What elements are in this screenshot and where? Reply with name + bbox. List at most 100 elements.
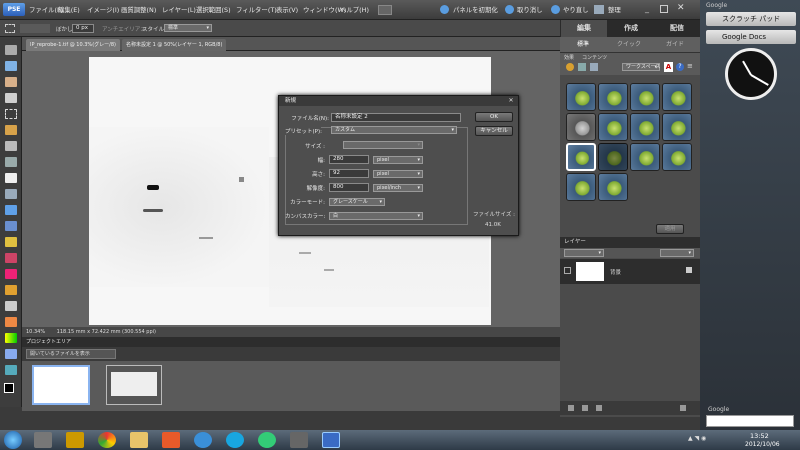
effect-thumb[interactable] xyxy=(566,173,596,201)
project-thumb-reprobe[interactable] xyxy=(32,365,90,405)
recompose-tool-icon[interactable] xyxy=(5,205,17,215)
effect-thumb[interactable] xyxy=(662,83,692,111)
paint-bucket-tool-icon[interactable] xyxy=(5,317,17,327)
gradient-tool-icon[interactable] xyxy=(5,333,17,343)
shape-tool-icon[interactable] xyxy=(5,349,17,359)
layer-styles-icon[interactable] xyxy=(578,63,586,71)
effect-thumb[interactable] xyxy=(566,113,596,141)
foreground-color-swatch[interactable] xyxy=(4,383,14,393)
tab-effects[interactable]: 効果 xyxy=(564,54,574,61)
minimize-icon[interactable]: _ xyxy=(645,4,649,13)
menu-select[interactable]: 選択範囲(S) xyxy=(196,0,231,20)
resolution-input[interactable]: 800 xyxy=(329,183,369,192)
magic-wand-tool-icon[interactable] xyxy=(5,141,17,151)
chrome-icon[interactable] xyxy=(98,432,116,448)
menu-enhance[interactable]: 画質調整(N) xyxy=(121,0,156,20)
doc-tab-untitled-1[interactable]: 名称未設定 1 @ 50%(レイヤー 1, RGB/8) xyxy=(122,39,227,51)
network-app-icon[interactable] xyxy=(258,432,276,448)
dialog-title-bar[interactable]: 新規 ✕ xyxy=(279,96,518,106)
healing-tool-icon[interactable] xyxy=(5,237,17,247)
panel-menu-icon[interactable]: ≡ xyxy=(687,62,693,70)
photo-effects-icon[interactable] xyxy=(590,63,598,71)
project-thumb-untitled[interactable] xyxy=(106,365,162,405)
menu-layer[interactable]: レイヤー(L) xyxy=(162,0,196,20)
effect-thumb[interactable] xyxy=(598,83,628,111)
zoom-level[interactable]: 10.34% xyxy=(26,329,45,335)
close-icon[interactable]: ✕ xyxy=(677,3,685,13)
move-tool-icon[interactable] xyxy=(5,45,17,55)
tab-guided[interactable]: ガイド xyxy=(652,37,698,53)
photoshop-elements-icon[interactable] xyxy=(322,432,340,448)
help-icon[interactable]: ? xyxy=(676,63,684,71)
redo-button[interactable]: やり直し xyxy=(563,0,589,20)
filters-icon[interactable] xyxy=(566,63,574,71)
background-select[interactable]: 白 xyxy=(329,212,423,220)
effect-thumb-selected[interactable] xyxy=(566,143,596,171)
panel-reset-button[interactable]: パネルを初期化 xyxy=(453,0,498,20)
color-mode-select[interactable]: グレースケール xyxy=(329,198,385,206)
menu-edit[interactable]: 編集(E) xyxy=(58,0,80,20)
clone-stamp-tool-icon[interactable] xyxy=(5,253,17,263)
tab-edit[interactable]: 編集 xyxy=(561,20,607,37)
preset-select[interactable]: カスタム xyxy=(331,126,457,134)
marquee-tool-icon[interactable] xyxy=(5,109,17,119)
eye-icon[interactable] xyxy=(564,267,571,274)
blend-mode-select[interactable] xyxy=(564,249,604,257)
name-input[interactable]: 名称未設定 2 xyxy=(331,113,461,122)
workspace-layout-icon[interactable] xyxy=(378,5,392,15)
tab-full[interactable]: 標準 xyxy=(560,37,606,53)
effect-thumb[interactable] xyxy=(630,113,660,141)
resolution-unit-select[interactable]: pixel/inch xyxy=(373,184,423,192)
start-button-icon[interactable] xyxy=(4,431,22,449)
font-icon[interactable]: A xyxy=(664,62,673,72)
selection-mode-icons[interactable] xyxy=(20,24,50,33)
maximize-icon[interactable] xyxy=(660,5,668,13)
scratchpad-gadget[interactable]: スクラッチ パッド xyxy=(706,12,796,26)
ok-button[interactable]: OK xyxy=(475,112,513,122)
effect-thumb[interactable] xyxy=(598,173,628,201)
taskbar-app-icon[interactable] xyxy=(290,432,308,448)
organizer-button[interactable]: 整理 xyxy=(608,0,621,20)
eyedropper-tool-icon[interactable] xyxy=(5,93,17,103)
size-select[interactable] xyxy=(343,141,423,149)
opacity-select[interactable] xyxy=(660,249,694,257)
text-tool-icon[interactable] xyxy=(5,173,17,183)
powerpoint-icon[interactable] xyxy=(162,432,180,448)
effect-thumb[interactable] xyxy=(566,83,596,111)
width-input[interactable]: 280 xyxy=(329,155,369,164)
blur-input[interactable]: 0 px xyxy=(72,24,94,33)
menu-view[interactable]: 表示(V) xyxy=(276,0,298,20)
tab-content[interactable]: コンテンツ xyxy=(582,54,607,61)
crop-tool-icon[interactable] xyxy=(5,189,17,199)
undo-button[interactable]: 取り消し xyxy=(517,0,543,20)
effect-thumb[interactable] xyxy=(598,143,628,171)
zoom-tool-icon[interactable] xyxy=(5,61,17,71)
effect-thumb[interactable] xyxy=(662,143,692,171)
explorer-icon[interactable] xyxy=(130,432,148,448)
height-input[interactable]: 92 xyxy=(329,169,369,178)
hand-tool-icon[interactable] xyxy=(5,77,17,87)
effect-thumb[interactable] xyxy=(598,113,628,141)
red-eye-tool-icon[interactable] xyxy=(5,221,17,231)
brush-select-tool-icon[interactable] xyxy=(5,157,17,167)
project-bin-select[interactable]: 開いているファイルを表示 xyxy=(26,349,116,359)
tab-quick[interactable]: クイック xyxy=(606,37,652,53)
effect-thumb[interactable] xyxy=(630,143,660,171)
new-group-icon[interactable] xyxy=(582,405,588,411)
effect-thumb[interactable] xyxy=(662,113,692,141)
menu-image[interactable]: イメージ(I) xyxy=(87,0,119,20)
brush-tool-icon[interactable] xyxy=(5,285,17,295)
eraser-tool-icon[interactable] xyxy=(5,269,17,279)
menu-filter[interactable]: フィルター(T) xyxy=(236,0,277,20)
antialias-checkbox[interactable]: アンチエイリアス xyxy=(102,25,146,33)
taskbar-media-icon[interactable] xyxy=(66,432,84,448)
tab-share[interactable]: 配信 xyxy=(654,20,700,37)
trash-icon[interactable] xyxy=(680,405,686,411)
effects-category-select[interactable]: ワークスペース xyxy=(622,63,660,71)
effect-thumb[interactable] xyxy=(630,83,660,111)
new-layer-icon[interactable] xyxy=(568,405,574,411)
lasso-tool-icon[interactable] xyxy=(5,125,17,135)
itunes-icon[interactable] xyxy=(194,432,212,448)
google-search-input[interactable] xyxy=(706,415,794,427)
doc-tab-reprobe[interactable]: IP_reprobe-1.tif @ 10.3%(グレー/8) xyxy=(26,39,120,51)
